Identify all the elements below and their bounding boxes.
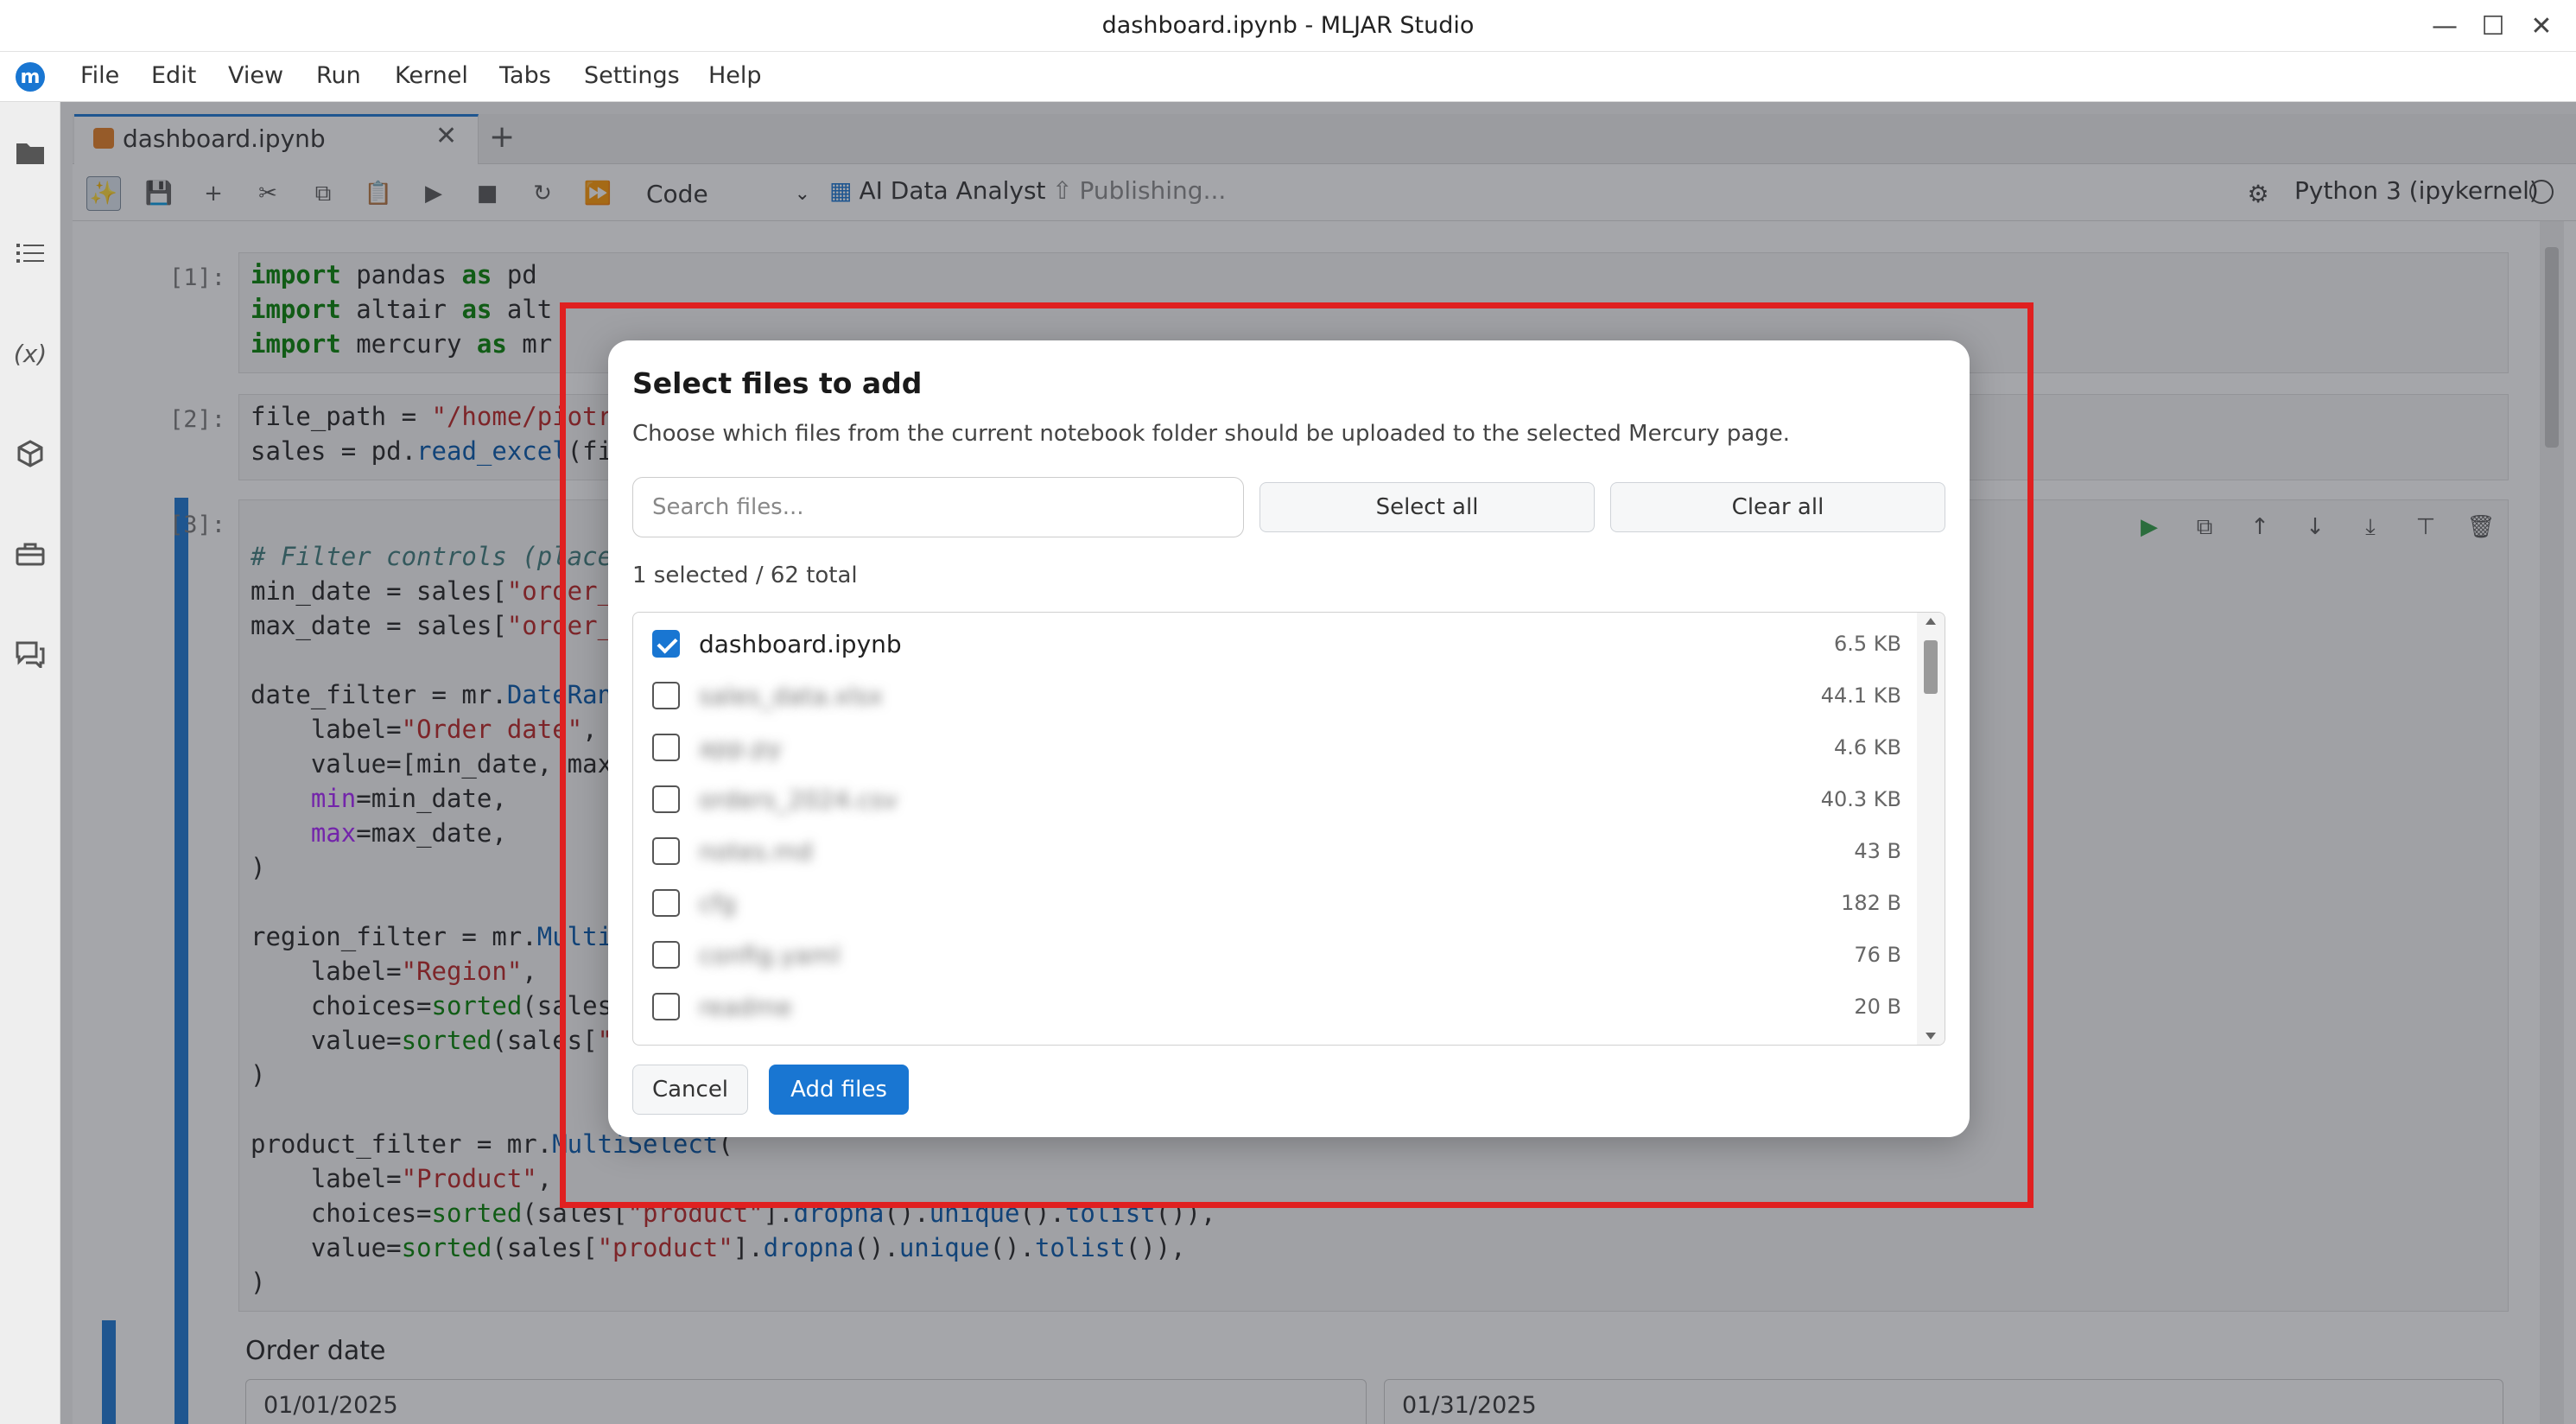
left-sidebar: (x): [0, 102, 60, 1424]
file-row[interactable]: sales_data.xlsx 44.1 KB: [633, 670, 1920, 722]
file-size: 20 B: [1854, 995, 1901, 1019]
dialog-title: Select files to add: [632, 366, 923, 400]
file-row[interactable]: readme 20 B: [633, 981, 1920, 1033]
table-of-contents-icon[interactable]: [10, 233, 50, 273]
search-files-input[interactable]: [632, 477, 1244, 537]
title-bar: dashboard.ipynb - MLJAR Studio — ☐ ✕: [0, 0, 2576, 52]
file-size: 43 B: [1854, 839, 1901, 863]
file-name: orders_2024.csv: [699, 785, 898, 814]
scroll-up-icon[interactable]: [1926, 618, 1936, 625]
file-list[interactable]: dashboard.ipynb 6.5 KB sales_data.xlsx 44.1…: [632, 612, 1945, 1046]
file-row[interactable]: app.py 4.6 KB: [633, 722, 1920, 773]
file-checkbox[interactable]: [652, 889, 680, 917]
menu-settings[interactable]: Settings: [584, 62, 680, 89]
menu-run[interactable]: Run: [316, 62, 361, 89]
menu-kernel[interactable]: Kernel: [395, 62, 468, 89]
file-list-scrollbar-thumb[interactable]: [1924, 640, 1938, 694]
menu-edit[interactable]: Edit: [151, 62, 196, 89]
file-row[interactable]: cfg 182 B: [633, 877, 1920, 929]
menu-bar: [0, 52, 2576, 102]
add-files-button[interactable]: Add files: [769, 1065, 909, 1115]
file-row[interactable]: dashboard.ipynb 6.5 KB: [633, 618, 1920, 670]
file-name: readme: [699, 993, 792, 1021]
file-size: 4.6 KB: [1834, 735, 1901, 760]
maximize-icon[interactable]: ☐: [2476, 9, 2510, 43]
minimize-icon[interactable]: —: [2427, 9, 2462, 43]
menu-file[interactable]: File: [80, 62, 119, 89]
file-size: 40.3 KB: [1820, 787, 1901, 811]
window-title: dashboard.ipynb - MLJAR Studio: [1101, 12, 1475, 39]
file-checkbox[interactable]: [652, 630, 680, 658]
extensions-icon[interactable]: [10, 434, 50, 474]
file-name: sales_data.xlsx: [699, 682, 883, 710]
dialog-description: Choose which files from the current note…: [632, 421, 1791, 447]
cancel-button[interactable]: Cancel: [632, 1065, 748, 1115]
close-icon[interactable]: ✕: [2524, 9, 2559, 43]
toolbox-icon[interactable]: [10, 534, 50, 574]
chat-icon[interactable]: [10, 634, 50, 674]
folder-icon[interactable]: [10, 133, 50, 173]
file-checkbox[interactable]: [652, 682, 680, 709]
file-checkbox[interactable]: [652, 941, 680, 969]
file-checkbox[interactable]: [652, 785, 680, 813]
file-checkbox[interactable]: [652, 837, 680, 865]
select-all-button[interactable]: Select all: [1259, 482, 1595, 532]
file-size: 44.1 KB: [1820, 683, 1901, 708]
file-size: 182 B: [1841, 891, 1901, 915]
scroll-down-icon[interactable]: [1926, 1033, 1936, 1039]
file-list-scrollbar[interactable]: [1917, 613, 1945, 1045]
file-checkbox[interactable]: [652, 993, 680, 1020]
file-row[interactable]: config.yaml 76 B: [633, 929, 1920, 981]
menu-tabs[interactable]: Tabs: [499, 62, 551, 89]
file-name: dashboard.ipynb: [699, 630, 902, 658]
file-size: 6.5 KB: [1834, 632, 1901, 656]
file-name: config.yaml: [699, 941, 841, 969]
menu-view[interactable]: View: [228, 62, 283, 89]
file-name: app.py: [699, 734, 782, 762]
menu-help[interactable]: Help: [708, 62, 762, 89]
file-checkbox[interactable]: [652, 734, 680, 761]
file-size: 76 B: [1854, 943, 1901, 967]
variables-icon[interactable]: (x): [10, 334, 50, 373]
file-name: cfg: [699, 889, 737, 918]
file-row[interactable]: notes.md 43 B: [633, 825, 1920, 877]
file-name: notes.md: [699, 837, 813, 866]
clear-all-button[interactable]: Clear all: [1610, 482, 1945, 532]
file-row[interactable]: orders_2024.csv 40.3 KB: [633, 773, 1920, 825]
app-logo: m: [16, 62, 45, 92]
selection-count: 1 selected / 62 total: [632, 563, 858, 588]
